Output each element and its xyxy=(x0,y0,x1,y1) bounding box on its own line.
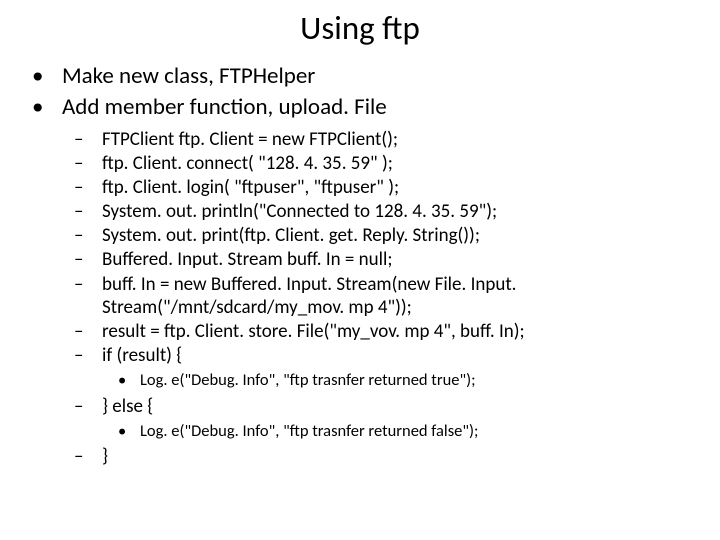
bullet-level2: –if (result) { xyxy=(74,344,720,367)
bullet-text: ftp. Client. login( "ftpuser", "ftpuser"… xyxy=(102,176,720,199)
bullet-dot-icon: • xyxy=(32,62,62,91)
bullet-text: FTPClient ftp. Client = new FTPClient(); xyxy=(102,128,720,151)
bullet-level3: •Log. e("Debug. Info", "ftp trasnfer ret… xyxy=(118,370,720,391)
bullet-text: if (result) { xyxy=(102,344,720,367)
bullet-level2: –Buffered. Input. Stream buff. In = null… xyxy=(74,248,720,271)
bullet-level2: –System. out. print(ftp. Client. get. Re… xyxy=(74,224,720,247)
bullet-text: Add member function, upload. File xyxy=(62,93,387,121)
bullet-dash-icon: – xyxy=(74,445,102,468)
bullet-level2: –buff. In = new Buffered. Input. Stream(… xyxy=(74,273,720,319)
bullet-dot-icon: • xyxy=(118,421,140,442)
bullet-level2: –} xyxy=(74,445,720,468)
bullet-level2: –System. out. println("Connected to 128.… xyxy=(74,200,720,223)
bullet-dot-icon: • xyxy=(32,93,62,122)
bullet-dash-icon: – xyxy=(74,200,102,223)
bullet-level1: •Make new class, FTPHelper xyxy=(32,62,720,91)
slide-title: Using ftp xyxy=(0,8,720,48)
bullet-dash-icon: – xyxy=(74,128,102,151)
bullet-text: Log. e("Debug. Info", "ftp trasnfer retu… xyxy=(140,421,720,442)
bullet-dash-icon: – xyxy=(74,248,102,271)
bullet-dash-icon: – xyxy=(74,224,102,247)
bullet-text: System. out. println("Connected to 128. … xyxy=(102,200,720,223)
bullet-dash-icon: – xyxy=(74,176,102,199)
bullet-dot-icon: • xyxy=(118,370,140,391)
bullet-level2: –ftp. Client. connect( "128. 4. 35. 59" … xyxy=(74,152,720,175)
bullet-text: } xyxy=(102,445,720,468)
bullet-dash-icon: – xyxy=(74,152,102,175)
bullet-level3: •Log. e("Debug. Info", "ftp trasnfer ret… xyxy=(118,421,720,442)
bullet-dash-icon: – xyxy=(74,344,102,367)
bullet-level2: –} else { xyxy=(74,395,720,418)
bullet-text: } else { xyxy=(102,395,720,418)
bullet-text: buff. In = new Buffered. Input. Stream(n… xyxy=(102,273,720,319)
bullet-level1: •Add member function, upload. File xyxy=(32,93,720,122)
bullet-text: Make new class, FTPHelper xyxy=(62,62,315,90)
bullet-level2: –result = ftp. Client. store. File("my_v… xyxy=(74,320,720,343)
bullet-level2: –ftp. Client. login( "ftpuser", "ftpuser… xyxy=(74,176,720,199)
bullet-dash-icon: – xyxy=(74,273,102,319)
bullet-text: System. out. print(ftp. Client. get. Rep… xyxy=(102,224,720,247)
bullet-text: Buffered. Input. Stream buff. In = null; xyxy=(102,248,720,271)
bullet-text: ftp. Client. connect( "128. 4. 35. 59" )… xyxy=(102,152,720,175)
bullet-dash-icon: – xyxy=(74,320,102,343)
bullet-text: result = ftp. Client. store. File("my_vo… xyxy=(102,320,720,343)
bullet-text: Log. e("Debug. Info", "ftp trasnfer retu… xyxy=(140,370,720,391)
bullet-level2: –FTPClient ftp. Client = new FTPClient()… xyxy=(74,128,720,151)
bullet-dash-icon: – xyxy=(74,395,102,418)
